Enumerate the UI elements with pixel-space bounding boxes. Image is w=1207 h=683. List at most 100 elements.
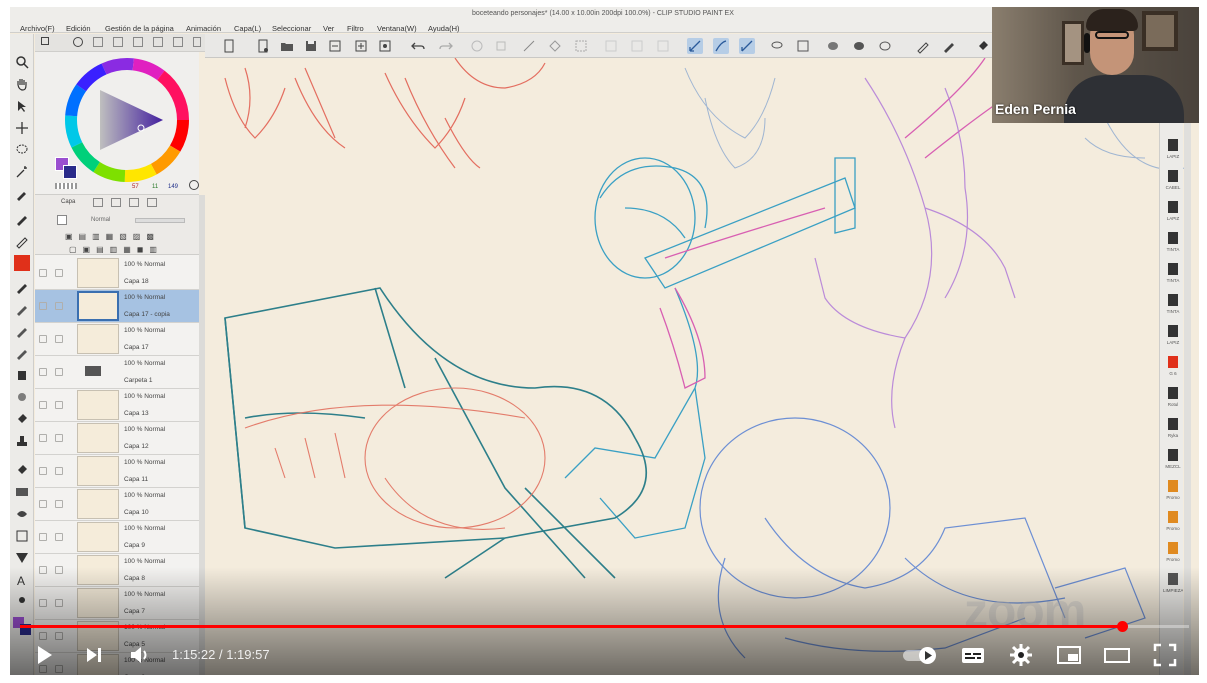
pencil-tool-icon[interactable]: [14, 233, 30, 249]
fill-bucket-icon[interactable]: [975, 38, 991, 54]
sub-tool-item[interactable]: Ryka: [1163, 416, 1183, 444]
transparent-color-swatch[interactable]: [55, 183, 77, 189]
panel-menu-icon[interactable]: [193, 37, 201, 47]
volume-icon[interactable]: [126, 641, 154, 669]
stabilizer-icon[interactable]: [687, 38, 703, 54]
operation-icon[interactable]: [14, 98, 30, 114]
sub-tool-item[interactable]: Promo: [1163, 509, 1183, 537]
lasso-select-icon[interactable]: [14, 142, 30, 158]
layer-lock-toggle[interactable]: [55, 269, 63, 277]
layer-row[interactable]: 100 % Normal Capa 11: [35, 455, 199, 488]
layer-lock-toggle[interactable]: [55, 335, 63, 343]
layer-lock-toggle[interactable]: [55, 467, 63, 475]
progress-bar[interactable]: [20, 621, 1189, 632]
layer-row[interactable]: 100 % Normal Capa 17: [35, 323, 199, 356]
layer-row[interactable]: 100 % Normal Carpeta 1: [35, 356, 199, 389]
gradient-tool-icon[interactable]: [14, 484, 30, 500]
layer-row[interactable]: 100 % Normal Capa 12: [35, 422, 199, 455]
layer-visibility-toggle[interactable]: [39, 335, 47, 343]
clear-icon[interactable]: [469, 38, 485, 54]
menu-ayuda[interactable]: Ayuda(H): [428, 24, 460, 33]
sub-tool-item[interactable]: LAPIZ: [1163, 323, 1183, 351]
sub-tool-item[interactable]: G 6: [1163, 354, 1183, 382]
save-icon[interactable]: [303, 38, 319, 54]
pen-icon[interactable]: [941, 38, 957, 54]
menu-ver[interactable]: Ver: [323, 24, 334, 33]
blur-tool-icon[interactable]: [14, 389, 30, 405]
sub-tool-item[interactable]: Rotul: [1163, 385, 1183, 413]
blend-mode-select[interactable]: Normal: [91, 217, 110, 223]
layer-visibility-toggle[interactable]: [39, 401, 47, 409]
menu-ventana[interactable]: Ventana(W): [377, 24, 417, 33]
ruler-tool-icon[interactable]: [14, 550, 30, 566]
theater-icon[interactable]: [1103, 641, 1131, 669]
sub-color-swatch[interactable]: [63, 165, 77, 179]
layer-properties-tab-icon[interactable]: [93, 198, 103, 207]
decoration-tool-icon[interactable]: [14, 323, 30, 339]
approx-color-tab-icon[interactable]: [153, 37, 163, 47]
brush-size-icon[interactable]: [41, 37, 49, 45]
auto-select-icon[interactable]: [14, 164, 30, 180]
menu-gestion-pagina[interactable]: Gestión de la página: [105, 24, 174, 33]
sub-tool-item[interactable]: CABEL: [1163, 168, 1183, 196]
color-slider-tab-icon[interactable]: [113, 37, 123, 47]
fill-tool-icon[interactable]: [14, 411, 30, 427]
layer-row[interactable]: 100 % Normal Capa 9: [35, 521, 199, 554]
crop-icon[interactable]: [655, 38, 671, 54]
menu-seleccionar[interactable]: Seleccionar: [272, 24, 311, 33]
move-layer-icon[interactable]: [14, 120, 30, 136]
sub-tool-item[interactable]: TINTA: [1163, 261, 1183, 289]
invert-icon[interactable]: [629, 38, 645, 54]
ruler-icon[interactable]: [795, 38, 811, 54]
next-icon[interactable]: [80, 641, 108, 669]
layer-row[interactable]: 100 % Normal Capa 17 - copia: [35, 290, 199, 323]
sub-tool-item[interactable]: LAPIZ: [1163, 199, 1183, 227]
layer-lock-toggle[interactable]: [55, 401, 63, 409]
hand-icon[interactable]: [14, 76, 30, 92]
color-wheel-tab-icon[interactable]: [73, 37, 83, 47]
stamp-tool-icon[interactable]: [14, 433, 30, 449]
sub-tool-item[interactable]: Promo: [1163, 540, 1183, 568]
layer-visibility-toggle[interactable]: [39, 269, 47, 277]
pen-icon[interactable]: [915, 38, 931, 54]
transform-icon[interactable]: [547, 38, 563, 54]
layer-lock-toggle[interactable]: [55, 434, 63, 442]
eraser-tool-icon[interactable]: [14, 367, 30, 383]
eyedropper-icon[interactable]: [14, 186, 30, 202]
export-icon[interactable]: [327, 38, 343, 54]
sub-tool-item[interactable]: Promo: [1163, 478, 1183, 506]
menu-edicion[interactable]: Edición: [66, 24, 91, 33]
deselect-icon[interactable]: [603, 38, 619, 54]
layer-color-icon[interactable]: [57, 215, 67, 225]
layer-visibility-toggle[interactable]: [39, 467, 47, 475]
play-icon[interactable]: [30, 641, 58, 669]
intermediate-color-tab-icon[interactable]: [133, 37, 143, 47]
redo-icon[interactable]: [438, 38, 454, 54]
brush-shape-icon[interactable]: [877, 38, 893, 54]
color-set-tab-icon[interactable]: [93, 37, 103, 47]
layer-search-tab-icon[interactable]: [111, 198, 121, 207]
color-wheel[interactable]: [65, 58, 189, 182]
brush-shape-icon[interactable]: [851, 38, 867, 54]
color-wheel-settings-icon[interactable]: [189, 180, 199, 190]
export-icon[interactable]: [353, 38, 369, 54]
autoplay-toggle[interactable]: [903, 647, 939, 664]
layer-visibility-toggle[interactable]: [39, 368, 47, 376]
layer-visibility-toggle[interactable]: [39, 533, 47, 541]
open-folder-icon[interactable]: [279, 38, 295, 54]
layer-lock-toggle[interactable]: [55, 302, 63, 310]
layer-row[interactable]: 100 % Normal Capa 13: [35, 389, 199, 422]
history-tab-icon[interactable]: [173, 37, 183, 47]
opacity-slider[interactable]: [135, 218, 185, 223]
brush-shape-icon[interactable]: [825, 38, 841, 54]
subtitles-icon[interactable]: [959, 641, 987, 669]
miniplayer-icon[interactable]: [1055, 641, 1083, 669]
layer-row[interactable]: 100 % Normal Capa 18: [35, 257, 199, 290]
frame-tool-icon[interactable]: [14, 528, 30, 544]
progress-scrubber[interactable]: [1117, 621, 1129, 632]
layer-visibility-toggle[interactable]: [39, 434, 47, 442]
layer-lock-toggle[interactable]: [55, 500, 63, 508]
brush-tool-icon[interactable]: [14, 279, 30, 295]
airbrush-tool-icon[interactable]: [14, 301, 30, 317]
video-player[interactable]: boceteando personajes* (14.00 x 10.00in …: [10, 7, 1199, 675]
